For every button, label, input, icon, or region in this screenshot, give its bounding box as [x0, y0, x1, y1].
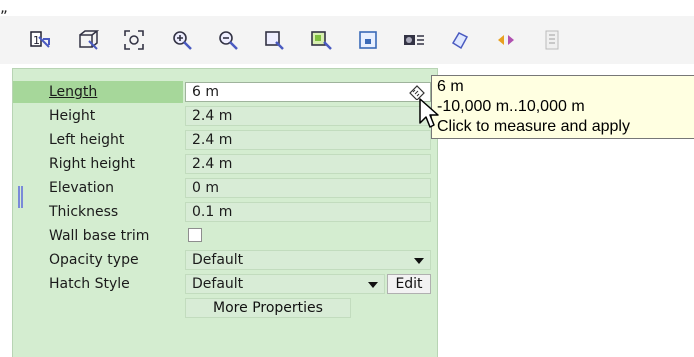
thickness-field[interactable]: 0.1 m [185, 202, 431, 222]
mirror-icon[interactable] [490, 16, 522, 64]
zoom-extents-icon[interactable] [118, 16, 150, 64]
thickness-label: Thickness [49, 204, 119, 220]
property-row-wall-base-trim[interactable]: Wall base trim [13, 225, 437, 247]
frame-icon[interactable] [352, 16, 384, 64]
zoom-out-icon[interactable] [212, 16, 244, 64]
more-properties-button[interactable]: More Properties [185, 298, 351, 318]
property-row-height[interactable]: Height 2.4 m [13, 105, 437, 127]
opacity-type-value: Default [192, 252, 244, 268]
perspective-icon[interactable] [72, 16, 104, 64]
clipped-top-text: „ [0, 0, 8, 14]
opacity-type-select[interactable]: Default [185, 250, 431, 270]
zoom-window-icon[interactable] [258, 16, 290, 64]
elevation-field[interactable]: 0 m [185, 178, 431, 198]
opacity-type-label: Opacity type [49, 252, 139, 268]
dropdown-arrow-icon[interactable] [364, 277, 382, 293]
property-row-opacity-type[interactable]: Opacity type Default [13, 249, 437, 271]
length-input[interactable]: 6 m [185, 82, 431, 102]
property-panel: Length 6 m Height 2.4 m Left height 2.4 … [12, 68, 438, 357]
camera-icon[interactable] [398, 16, 430, 64]
elevation-label: Elevation [49, 180, 115, 196]
mouse-cursor-icon [419, 98, 439, 128]
length-value: 6 m [192, 84, 219, 100]
tooltip-value: 6 m [437, 78, 464, 95]
left-height-label: Left height [49, 132, 125, 148]
view-1-icon[interactable]: 1 [24, 16, 56, 64]
height-field[interactable]: 2.4 m [185, 106, 431, 126]
hatch-style-select[interactable]: Default [185, 274, 385, 294]
zoom-in-icon[interactable] [166, 16, 198, 64]
svg-text:1: 1 [33, 34, 40, 47]
tooltip-hint: Click to measure and apply [437, 118, 630, 135]
hatch-style-value: Default [192, 276, 244, 292]
left-height-field[interactable]: 2.4 m [185, 130, 431, 150]
material-icon[interactable] [444, 16, 476, 64]
property-row-hatch-style[interactable]: Hatch Style Default Edit [13, 273, 437, 295]
property-row-length[interactable]: Length 6 m [13, 81, 437, 103]
property-row-elevation[interactable]: Elevation 0 m [13, 177, 437, 199]
property-row-left-height[interactable]: Left height 2.4 m [13, 129, 437, 151]
length-label[interactable]: Length [49, 81, 97, 103]
right-height-label: Right height [49, 156, 135, 172]
tooltip: 6 m -10,000 m..10,000 m Click to measure… [431, 75, 694, 139]
zoom-selection-icon[interactable] [306, 16, 338, 64]
height-label: Height [49, 108, 96, 124]
right-height-field[interactable]: 2.4 m [185, 154, 431, 174]
property-row-thickness[interactable]: Thickness 0.1 m [13, 201, 437, 223]
property-row-right-height[interactable]: Right height 2.4 m [13, 153, 437, 175]
hatch-style-label: Hatch Style [49, 276, 130, 292]
property-row-more[interactable]: More Properties [13, 297, 437, 319]
selected-highlight [13, 81, 183, 103]
wall-base-trim-label: Wall base trim [49, 228, 150, 244]
dropdown-arrow-icon[interactable] [410, 253, 428, 269]
tooltip-range: -10,000 m..10,000 m [437, 98, 585, 115]
group-marker [18, 186, 23, 208]
list-icon[interactable] [536, 16, 568, 64]
wall-base-trim-checkbox[interactable] [188, 228, 202, 242]
edit-button[interactable]: Edit [387, 274, 431, 294]
toolbar: 1 [0, 16, 694, 64]
